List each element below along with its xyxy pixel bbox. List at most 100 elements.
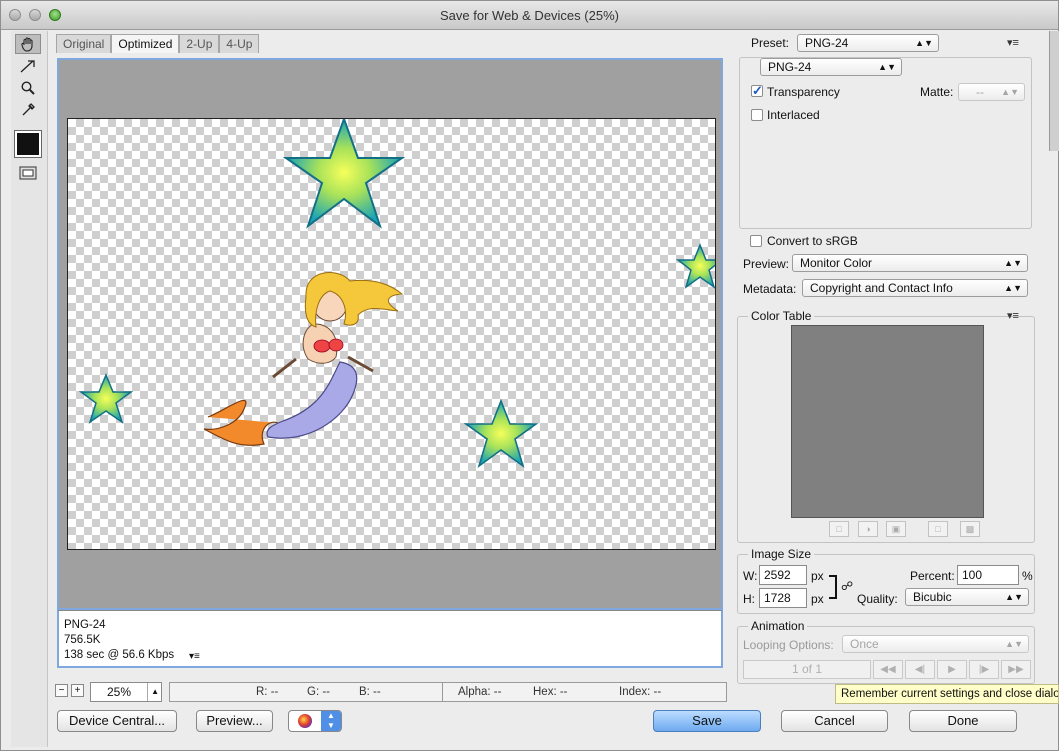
new-color-icon[interactable]: □ (928, 521, 948, 537)
height-unit: px (811, 592, 824, 606)
preview-button[interactable]: Preview... (196, 710, 273, 732)
zoom-icon[interactable] (15, 78, 41, 98)
tab-optimized[interactable]: Optimized (111, 34, 180, 53)
zoom-in-button[interactable]: + (71, 684, 84, 697)
panel-menu-icon[interactable]: ▾≡ (1007, 36, 1019, 49)
format-value: PNG-24 (768, 60, 812, 74)
slice-select-icon[interactable] (15, 56, 41, 76)
lock-color-icon[interactable]: ▣ (886, 521, 906, 537)
readout-b: B: -- (359, 686, 381, 698)
view-tabs: Original Optimized 2-Up 4-Up (56, 34, 260, 53)
looping-options-label: Looping Options: (743, 638, 834, 652)
image-size-title: Image Size (748, 547, 815, 561)
color-table-title: Color Table (748, 309, 815, 323)
starfish-large (282, 119, 406, 229)
preview-label: Preview: (743, 257, 790, 271)
preset-label: Preset: (751, 36, 790, 50)
optimized-image (67, 118, 716, 550)
image-preview-pane[interactable] (57, 58, 723, 610)
preview-dropdown[interactable]: Monitor Color ▲▼ (792, 254, 1028, 272)
play-icon[interactable]: ▶ (937, 660, 967, 679)
title-bar: Save for Web & Devices (25%) (1, 1, 1058, 30)
width-unit: px (811, 569, 824, 583)
matte-dropdown[interactable]: -- ▲▼ (958, 83, 1025, 101)
quality-value: Bicubic (913, 590, 952, 604)
readout-hex: Hex: -- (533, 686, 568, 698)
frame-counter: 1 of 1 (743, 660, 871, 679)
mermaid-illustration (203, 272, 404, 446)
web-snap-icon[interactable]: ◑ (858, 521, 878, 537)
next-frame-icon[interactable]: |▶ (969, 660, 999, 679)
quality-label: Quality: (857, 592, 898, 606)
preset-dropdown[interactable]: PNG-24 ▲▼ (797, 34, 939, 52)
convert-srgb-checkbox[interactable] (750, 235, 762, 247)
tool-strip (11, 31, 48, 747)
width-field[interactable]: 2592 (759, 565, 807, 585)
map-transparent-icon[interactable]: □ (829, 521, 849, 537)
link-icon[interactable]: ☍ (841, 579, 853, 593)
starfish-left (78, 373, 134, 424)
info-download-time: 138 sec @ 56.6 Kbps (64, 649, 175, 661)
preview-value: Monitor Color (800, 256, 873, 270)
starfish-bottom (463, 398, 539, 469)
background-window-edge (1049, 31, 1059, 151)
animation-title: Animation (748, 619, 808, 633)
tab-original[interactable]: Original (56, 34, 112, 53)
save-for-web-dialog: Save for Web & Devices (25%) Original Op… (0, 0, 1059, 751)
status-bar: − + 25% ▲ R: -- G: -- B: -- Alpha: -- He… (49, 682, 729, 702)
transparency-label: Transparency (767, 85, 840, 99)
device-central-button[interactable]: Device Central... (57, 710, 177, 732)
tab-2-up[interactable]: 2-Up (179, 34, 220, 53)
format-settings-group: PNG-24▲▼ Transparency Matte: --▲▼ Interl… (739, 57, 1032, 229)
looping-value: Once (850, 637, 879, 651)
hand-icon[interactable] (15, 34, 41, 54)
color-table-swatches (791, 325, 984, 518)
readout-g: G: -- (307, 686, 330, 698)
readout-divider (442, 683, 443, 701)
percent-unit: % (1022, 569, 1033, 583)
color-swatch[interactable] (14, 130, 42, 158)
first-frame-icon[interactable]: ◀◀ (873, 660, 903, 679)
metadata-label: Metadata: (743, 282, 797, 296)
toggle-slices-icon[interactable] (15, 163, 41, 183)
browser-select[interactable]: ▲ ▼ (288, 710, 342, 732)
matte-value: -- (976, 85, 984, 99)
metadata-dropdown[interactable]: Copyright and Contact Info ▲▼ (802, 279, 1028, 297)
eyedropper-icon[interactable] (15, 100, 41, 120)
readout-r: R: -- (256, 686, 279, 698)
tab-4-up[interactable]: 4-Up (219, 34, 260, 53)
last-frame-icon[interactable]: ▶▶ (1001, 660, 1031, 679)
readout-alpha: Alpha: -- (458, 686, 502, 698)
height-label: H: (743, 592, 755, 606)
trash-icon[interactable]: ▩ (960, 521, 980, 537)
zoom-level-field[interactable]: 25% ▲ (90, 682, 162, 702)
looping-options-dropdown[interactable]: Once ▲▼ (842, 635, 1029, 653)
optimization-info: PNG-24 756.5K 138 sec @ 56.6 Kbps ▾≡ (57, 610, 723, 668)
zoom-out-button[interactable]: − (55, 684, 68, 697)
percent-field[interactable]: 100 (957, 565, 1019, 585)
constrain-bracket (829, 575, 837, 599)
previous-frame-icon[interactable]: ◀| (905, 660, 935, 679)
format-dropdown[interactable]: PNG-24 ▲▼ (760, 58, 902, 76)
zoom-level: 25% (107, 685, 132, 699)
metadata-value: Copyright and Contact Info (810, 281, 953, 295)
tooltip: Remember current settings and close dial… (835, 684, 1059, 704)
interlaced-checkbox[interactable] (751, 109, 763, 121)
convert-srgb-label: Convert to sRGB (767, 234, 858, 248)
browser-icon (298, 714, 312, 728)
info-file-size: 756.5K (64, 634, 101, 646)
panel-menu-icon[interactable]: ▾≡ (1007, 309, 1019, 322)
quality-dropdown[interactable]: Bicubic ▲▼ (905, 588, 1029, 606)
window-title: Save for Web & Devices (25%) (440, 8, 619, 23)
settings-panel: Preset: PNG-24▲▼ ▾≡ PNG-24▲▼ Transparenc… (733, 31, 1055, 741)
panel-menu-icon[interactable]: ▾≡ (189, 649, 200, 664)
interlaced-label: Interlaced (767, 108, 820, 122)
starfish-right (675, 242, 715, 289)
width-label: W: (743, 569, 758, 583)
preset-value: PNG-24 (805, 36, 849, 50)
chevron-updown-icon: ▲ ▼ (321, 711, 341, 731)
matte-label: Matte: (920, 85, 954, 99)
chevron-updown-icon: ▲ (147, 683, 159, 701)
transparency-checkbox[interactable] (751, 83, 763, 99)
height-field[interactable]: 1728 (759, 588, 807, 608)
